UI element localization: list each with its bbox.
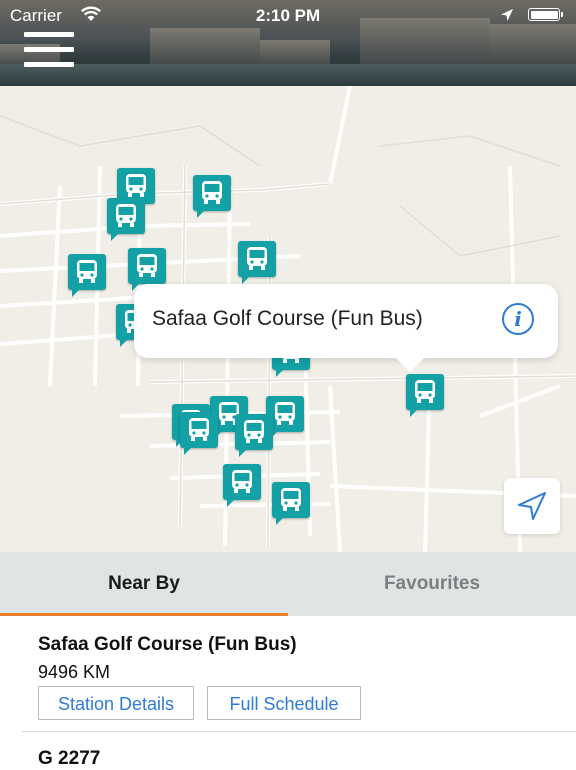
station-name: Safaa Golf Course (Fun Bus) bbox=[38, 634, 297, 655]
banner-water bbox=[0, 64, 576, 86]
station-details-button[interactable]: Station Details bbox=[38, 686, 194, 720]
header-banner: Carrier 2:10 PM bbox=[0, 0, 576, 86]
bus-icon bbox=[415, 380, 435, 403]
bus-icon bbox=[247, 247, 267, 270]
bus-stop-pin[interactable] bbox=[235, 414, 275, 460]
bus-stop-pin[interactable] bbox=[193, 175, 233, 221]
bus-stop-pin[interactable] bbox=[223, 464, 263, 510]
bus-icon bbox=[189, 418, 209, 441]
bus-icon bbox=[281, 488, 301, 511]
tab-near-by[interactable]: Near By bbox=[0, 552, 288, 616]
banner-building bbox=[150, 28, 260, 68]
divider bbox=[22, 731, 576, 732]
tab-bar: Near By Favourites bbox=[0, 552, 576, 616]
bus-stop-pin-selected[interactable] bbox=[406, 374, 446, 420]
location-arrow-icon[interactable] bbox=[504, 478, 560, 534]
battery-icon bbox=[528, 8, 563, 21]
bus-icon bbox=[137, 254, 157, 277]
bus-icon bbox=[116, 204, 136, 227]
bus-icon bbox=[202, 181, 222, 204]
full-schedule-button[interactable]: Full Schedule bbox=[207, 686, 361, 720]
bus-stop-pin[interactable] bbox=[180, 412, 220, 458]
bus-icon bbox=[126, 174, 146, 197]
status-bar: Carrier 2:10 PM bbox=[0, 0, 576, 30]
bus-icon bbox=[244, 420, 264, 443]
hamburger-menu-icon[interactable] bbox=[24, 32, 74, 70]
bus-icon bbox=[275, 402, 295, 425]
tab-favourites[interactable]: Favourites bbox=[288, 552, 576, 616]
station-distance: 9496 KM bbox=[38, 662, 111, 682]
bus-stop-pin[interactable] bbox=[107, 198, 147, 244]
bus-stop-pin[interactable] bbox=[238, 241, 278, 287]
banner-building bbox=[490, 24, 576, 68]
bus-stop-pin[interactable] bbox=[68, 254, 108, 300]
bus-icon bbox=[77, 260, 97, 283]
location-services-icon bbox=[500, 7, 514, 27]
bus-icon bbox=[232, 470, 252, 493]
station-callout[interactable]: Safaa Golf Course (Fun Bus) i bbox=[134, 284, 558, 372]
station-list: Safaa Golf Course (Fun Bus) 9496 KM Stat… bbox=[0, 616, 576, 769]
info-icon[interactable]: i bbox=[502, 303, 534, 335]
callout-title: Safaa Golf Course (Fun Bus) bbox=[152, 307, 423, 330]
status-time: 2:10 PM bbox=[255, 6, 321, 25]
map-view[interactable]: Safaa Golf Course (Fun Bus) i bbox=[0, 86, 576, 552]
station-name: G 2277 bbox=[38, 748, 101, 769]
bus-stop-pin[interactable] bbox=[272, 482, 312, 528]
